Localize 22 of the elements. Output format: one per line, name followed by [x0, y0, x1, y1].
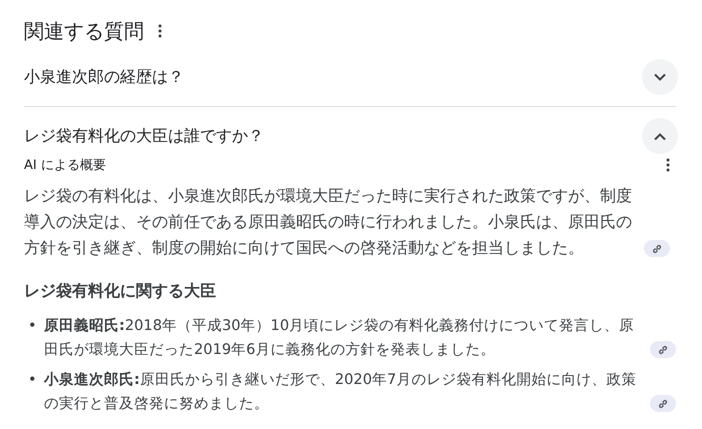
overview-label: AI による概要: [24, 157, 106, 174]
more-options-icon[interactable]: [666, 158, 670, 172]
bullet-marker: •: [28, 370, 38, 390]
question-text[interactable]: 小泉進次郎の経歴は？: [24, 66, 184, 88]
source-link-button[interactable]: [650, 395, 676, 412]
link-icon: [658, 344, 668, 354]
link-icon: [658, 398, 668, 408]
bullet-marker: •: [28, 316, 38, 336]
answer-heading: レジ袋有料化に関する大臣: [24, 281, 217, 302]
expand-toggle-button[interactable]: [642, 118, 678, 154]
overview-paragraph: レジ袋の有料化は、小泉進次郎氏が環境大臣だった時に実行された政策ですが、制度導入の決定は、その前任である原田義昭氏の時に行われました。小泉氏は、原田氏の方針を引き継ぎ、制度の開始に向けて国民への啓発活動などを担当しました。: [24, 185, 633, 259]
expand-toggle-button[interactable]: [642, 59, 678, 95]
chevron-icon: [653, 132, 667, 140]
source-link-button[interactable]: [650, 341, 676, 358]
link-icon: [652, 244, 662, 254]
chevron-icon: [653, 72, 667, 82]
more-options-icon[interactable]: [158, 24, 162, 38]
section-title: 関連する質問: [24, 18, 144, 44]
question-text[interactable]: レジ袋有料化の大臣は誰ですか？: [24, 126, 264, 146]
source-link-button[interactable]: [644, 240, 670, 257]
bullet-text: 原田義昭氏:2018年（平成30年）10月頃にレジ袋の有料化義務付けについて発言し、原田氏が環境大臣だった2019年6月に義務化の方針を発表しました。: [44, 316, 636, 360]
bullet-text: 小泉進次郎氏:原田氏から引き継いだ形で、2020年7月のレジ袋有料化開始に向け、政策の実行と普及啓発に努めました。: [44, 370, 638, 414]
